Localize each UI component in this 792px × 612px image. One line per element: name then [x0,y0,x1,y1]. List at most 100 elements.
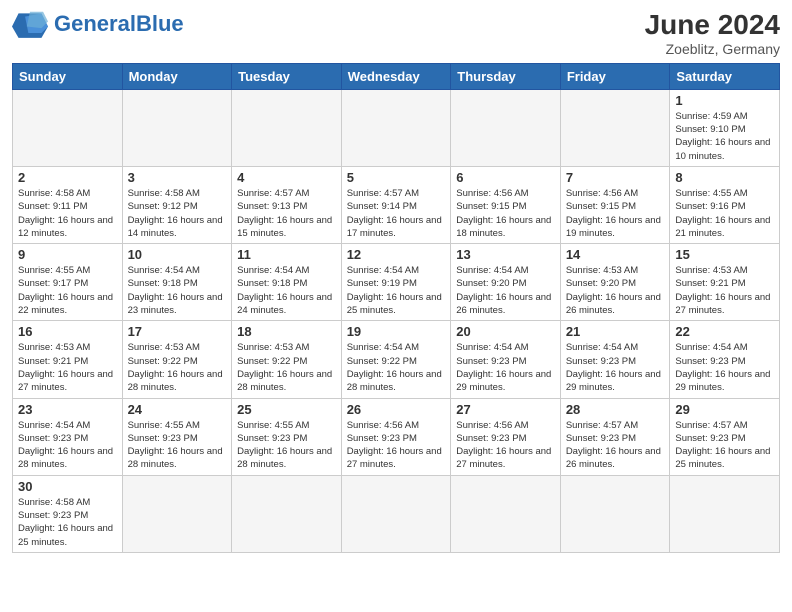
day-info: Sunrise: 4:54 AM Sunset: 9:22 PM Dayligh… [347,341,446,394]
calendar-cell: 11Sunrise: 4:54 AM Sunset: 9:18 PM Dayli… [232,244,342,321]
day-number: 17 [128,324,227,339]
day-number: 19 [347,324,446,339]
calendar-cell: 21Sunrise: 4:54 AM Sunset: 9:23 PM Dayli… [560,321,670,398]
day-number: 3 [128,170,227,185]
day-info: Sunrise: 4:56 AM Sunset: 9:15 PM Dayligh… [566,187,665,240]
day-info: Sunrise: 4:55 AM Sunset: 9:16 PM Dayligh… [675,187,774,240]
col-header-wednesday: Wednesday [341,63,451,89]
day-number: 2 [18,170,117,185]
calendar-cell: 25 Sunrise: 4:55 AM Sunset: 9:23 PM Dayli… [232,398,342,475]
day-number: 15 [675,247,774,262]
calendar-cell: 8 Sunrise: 4:55 AM Sunset: 9:16 PM Daylig… [670,166,780,243]
calendar-cell [122,89,232,166]
calendar-cell [232,475,342,552]
day-number: 25 [237,402,336,417]
calendar-cell: 5Sunrise: 4:57 AM Sunset: 9:14 PM Daylig… [341,166,451,243]
calendar-cell: 22 Sunrise: 4:54 AM Sunset: 9:23 PM Dayli… [670,321,780,398]
calendar-cell [341,89,451,166]
calendar: SundayMondayTuesdayWednesdayThursdayFrid… [12,63,780,553]
week-row-0: 1 Sunrise: 4:59 AM Sunset: 9:10 PM Daylig… [13,89,780,166]
day-info: Sunrise: 4:53 AM Sunset: 9:22 PM Dayligh… [237,341,336,394]
day-info: Sunrise: 4:54 AM Sunset: 9:23 PM Dayligh… [675,341,774,394]
day-info: Sunrise: 4:57 AM Sunset: 9:23 PM Dayligh… [675,419,774,472]
calendar-cell: 6Sunrise: 4:56 AM Sunset: 9:15 PM Daylig… [451,166,561,243]
day-number: 14 [566,247,665,262]
day-info: Sunrise: 4:53 AM Sunset: 9:21 PM Dayligh… [18,341,117,394]
day-info: Sunrise: 4:55 AM Sunset: 9:23 PM Dayligh… [128,419,227,472]
day-number: 30 [18,479,117,494]
calendar-cell [122,475,232,552]
day-info: Sunrise: 4:58 AM Sunset: 9:12 PM Dayligh… [128,187,227,240]
calendar-cell [560,89,670,166]
day-number: 18 [237,324,336,339]
day-info: Sunrise: 4:54 AM Sunset: 9:19 PM Dayligh… [347,264,446,317]
week-row-4: 23 Sunrise: 4:54 AM Sunset: 9:23 PM Dayli… [13,398,780,475]
day-info: Sunrise: 4:59 AM Sunset: 9:10 PM Dayligh… [675,110,774,163]
day-info: Sunrise: 4:57 AM Sunset: 9:14 PM Dayligh… [347,187,446,240]
day-info: Sunrise: 4:55 AM Sunset: 9:23 PM Dayligh… [237,419,336,472]
calendar-cell: 15Sunrise: 4:53 AM Sunset: 9:21 PM Dayli… [670,244,780,321]
day-number: 16 [18,324,117,339]
day-number: 1 [675,93,774,108]
day-info: Sunrise: 4:54 AM Sunset: 9:18 PM Dayligh… [128,264,227,317]
day-number: 8 [675,170,774,185]
day-number: 13 [456,247,555,262]
calendar-cell [13,89,123,166]
day-number: 4 [237,170,336,185]
day-info: Sunrise: 4:57 AM Sunset: 9:23 PM Dayligh… [566,419,665,472]
col-header-tuesday: Tuesday [232,63,342,89]
col-header-thursday: Thursday [451,63,561,89]
day-number: 21 [566,324,665,339]
header: GeneralBlue June 2024 Zoeblitz, Germany [12,10,780,57]
calendar-cell [451,89,561,166]
day-number: 22 [675,324,774,339]
day-number: 20 [456,324,555,339]
day-number: 10 [128,247,227,262]
calendar-cell: 27 Sunrise: 4:56 AM Sunset: 9:23 PM Dayli… [451,398,561,475]
day-info: Sunrise: 4:54 AM Sunset: 9:23 PM Dayligh… [18,419,117,472]
calendar-cell [451,475,561,552]
day-info: Sunrise: 4:58 AM Sunset: 9:23 PM Dayligh… [18,496,117,549]
calendar-cell: 2 Sunrise: 4:58 AM Sunset: 9:11 PM Daylig… [13,166,123,243]
logo: GeneralBlue [12,10,184,38]
calendar-header-row: SundayMondayTuesdayWednesdayThursdayFrid… [13,63,780,89]
calendar-cell: 3 Sunrise: 4:58 AM Sunset: 9:12 PM Daylig… [122,166,232,243]
calendar-cell: 24Sunrise: 4:55 AM Sunset: 9:23 PM Dayli… [122,398,232,475]
calendar-cell: 28 Sunrise: 4:57 AM Sunset: 9:23 PM Dayli… [560,398,670,475]
calendar-cell: 19 Sunrise: 4:54 AM Sunset: 9:22 PM Dayli… [341,321,451,398]
day-number: 9 [18,247,117,262]
calendar-cell: 17Sunrise: 4:53 AM Sunset: 9:22 PM Dayli… [122,321,232,398]
day-number: 28 [566,402,665,417]
day-number: 27 [456,402,555,417]
day-number: 29 [675,402,774,417]
calendar-cell: 26Sunrise: 4:56 AM Sunset: 9:23 PM Dayli… [341,398,451,475]
calendar-cell: 23 Sunrise: 4:54 AM Sunset: 9:23 PM Dayli… [13,398,123,475]
calendar-cell: 20 Sunrise: 4:54 AM Sunset: 9:23 PM Dayli… [451,321,561,398]
calendar-cell: 13Sunrise: 4:54 AM Sunset: 9:20 PM Dayli… [451,244,561,321]
day-number: 26 [347,402,446,417]
col-header-monday: Monday [122,63,232,89]
title-block: June 2024 Zoeblitz, Germany [645,10,780,57]
day-info: Sunrise: 4:54 AM Sunset: 9:18 PM Dayligh… [237,264,336,317]
day-number: 23 [18,402,117,417]
col-header-sunday: Sunday [13,63,123,89]
logo-text: GeneralBlue [54,13,184,36]
calendar-cell: 7Sunrise: 4:56 AM Sunset: 9:15 PM Daylig… [560,166,670,243]
day-info: Sunrise: 4:56 AM Sunset: 9:23 PM Dayligh… [456,419,555,472]
calendar-cell: 10 Sunrise: 4:54 AM Sunset: 9:18 PM Dayli… [122,244,232,321]
calendar-cell [232,89,342,166]
week-row-1: 2 Sunrise: 4:58 AM Sunset: 9:11 PM Daylig… [13,166,780,243]
calendar-cell: 14 Sunrise: 4:53 AM Sunset: 9:20 PM Dayli… [560,244,670,321]
location: Zoeblitz, Germany [645,41,780,57]
calendar-cell [341,475,451,552]
day-info: Sunrise: 4:53 AM Sunset: 9:20 PM Dayligh… [566,264,665,317]
calendar-cell: 1 Sunrise: 4:59 AM Sunset: 9:10 PM Daylig… [670,89,780,166]
week-row-5: 30 Sunrise: 4:58 AM Sunset: 9:23 PM Dayli… [13,475,780,552]
day-info: Sunrise: 4:54 AM Sunset: 9:23 PM Dayligh… [456,341,555,394]
day-info: Sunrise: 4:56 AM Sunset: 9:15 PM Dayligh… [456,187,555,240]
col-header-friday: Friday [560,63,670,89]
calendar-cell: 29 Sunrise: 4:57 AM Sunset: 9:23 PM Dayli… [670,398,780,475]
day-info: Sunrise: 4:58 AM Sunset: 9:11 PM Dayligh… [18,187,117,240]
day-info: Sunrise: 4:55 AM Sunset: 9:17 PM Dayligh… [18,264,117,317]
calendar-cell: 4Sunrise: 4:57 AM Sunset: 9:13 PM Daylig… [232,166,342,243]
